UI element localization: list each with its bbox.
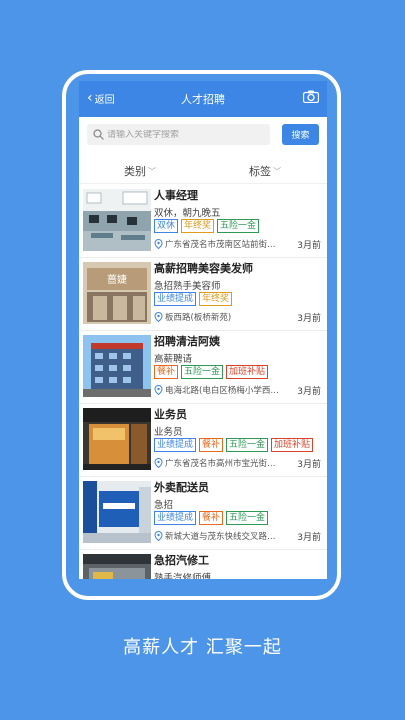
job-thumbnail-office bbox=[83, 189, 151, 251]
job-title: 急招汽修工 bbox=[154, 554, 209, 567]
search-icon bbox=[93, 129, 104, 140]
job-thumbnail-delivery bbox=[83, 481, 151, 543]
job-tag: 年终奖 bbox=[181, 219, 215, 233]
category-filter[interactable]: 类别 ﹀ bbox=[124, 163, 156, 179]
job-tags: 业绩提成 餐补 五险一金 bbox=[154, 511, 269, 525]
job-location-text: 广东省茂名市茂南区站前街… bbox=[165, 240, 276, 250]
job-tags: 业绩提成 年终奖 bbox=[154, 292, 233, 306]
job-tag: 双休 bbox=[154, 219, 179, 233]
job-thumbnail-garage bbox=[83, 554, 151, 579]
job-subtitle: 急招 bbox=[154, 500, 174, 511]
search-box bbox=[87, 124, 270, 145]
job-list-item[interactable]: 人事经理 双休，朝九晚五 双休 年终奖 五险一金 广东省茂名市茂南区站前街… 3… bbox=[79, 185, 327, 258]
job-tag: 餐补 bbox=[199, 511, 224, 525]
tag-filter-label: 标签 bbox=[249, 165, 271, 178]
job-tag: 年终奖 bbox=[199, 292, 233, 306]
job-location: 广东省茂名市茂南区站前街… bbox=[154, 238, 276, 250]
job-title: 招聘清洁阿姨 bbox=[154, 335, 220, 348]
job-subtitle: 急招熟手美容师 bbox=[154, 281, 221, 292]
job-title: 高薪招聘美容美发师 bbox=[154, 262, 253, 275]
job-tag: 加班补贴 bbox=[271, 438, 314, 452]
job-posted-time: 3月前 bbox=[297, 533, 321, 543]
job-subtitle: 业务员 bbox=[154, 427, 183, 438]
salon-sign-text: 蔷婕 bbox=[107, 273, 127, 286]
page-title: 人才招聘 bbox=[181, 93, 225, 106]
job-posted-time: 3月前 bbox=[297, 314, 321, 324]
job-list-item[interactable]: 外卖配送员 急招 业绩提成 餐补 五险一金 新城大道与茂东快线交叉路… 3月前 bbox=[79, 477, 327, 550]
job-list-item[interactable]: 业务员 业务员 业绩提成 餐补 五险一金 加班补贴 广东省茂名市高州市宝光街… … bbox=[79, 404, 327, 477]
chevron-down-icon: ﹀ bbox=[148, 166, 156, 176]
app-screen: ‹ 返回 人才招聘 搜索 类别 ﹀ 标签 ﹀ bbox=[79, 81, 327, 579]
job-posted-time: 3月前 bbox=[297, 241, 321, 251]
job-location: 广东省茂名市高州市宝光街… bbox=[154, 457, 276, 469]
job-title: 人事经理 bbox=[154, 189, 198, 202]
job-posted-time: 3月前 bbox=[297, 460, 321, 470]
job-list-item[interactable]: 招聘清洁阿姨 高薪聘请 餐补 五险一金 加班补贴 电海北路(电白区杨梅小学西… … bbox=[79, 331, 327, 404]
job-tag: 五险一金 bbox=[226, 511, 269, 525]
search-button[interactable]: 搜索 bbox=[282, 124, 319, 145]
job-location-text: 广东省茂名市高州市宝光街… bbox=[165, 459, 276, 469]
location-pin-icon bbox=[154, 531, 163, 541]
location-pin-icon bbox=[154, 312, 163, 322]
category-filter-label: 类别 bbox=[124, 165, 146, 178]
job-tags: 餐补 五险一金 加班补贴 bbox=[154, 365, 269, 379]
search-bar: 搜索 bbox=[79, 117, 327, 153]
job-tag: 五险一金 bbox=[226, 438, 269, 452]
job-subtitle: 双休，朝九晚五 bbox=[154, 208, 221, 219]
job-location-text: 板西路(板桥新苑) bbox=[165, 313, 232, 323]
slogan: 高薪人才 汇聚一起 bbox=[123, 637, 282, 658]
job-location: 电海北路(电白区杨梅小学西… bbox=[154, 384, 279, 396]
job-list-item[interactable]: 急招汽修工 熟手汽修师傅 bbox=[79, 550, 327, 579]
top-bar: ‹ 返回 人才招聘 bbox=[79, 81, 327, 117]
job-tag: 加班补贴 bbox=[226, 365, 269, 379]
job-location: 新城大道与茂东快线交叉路… bbox=[154, 530, 276, 542]
location-pin-icon bbox=[154, 239, 163, 249]
job-location-text: 电海北路(电白区杨梅小学西… bbox=[165, 386, 279, 396]
job-tag: 五险一金 bbox=[217, 219, 260, 233]
job-subtitle: 熟手汽修师傅 bbox=[154, 573, 212, 579]
job-tag: 餐补 bbox=[199, 438, 224, 452]
location-pin-icon bbox=[154, 385, 163, 395]
job-tag: 五险一金 bbox=[181, 365, 224, 379]
camera-icon[interactable] bbox=[303, 90, 319, 103]
job-subtitle: 高薪聘请 bbox=[154, 354, 193, 365]
job-tag: 餐补 bbox=[154, 365, 179, 379]
job-tag: 业绩提成 bbox=[154, 511, 197, 525]
filter-bar: 类别 ﹀ 标签 ﹀ bbox=[79, 157, 327, 184]
job-title: 外卖配送员 bbox=[154, 481, 209, 494]
job-thumbnail-store bbox=[83, 408, 151, 470]
job-thumbnail-salon: 蔷婕 bbox=[83, 262, 151, 324]
job-list: 人事经理 双休，朝九晚五 双休 年终奖 五险一金 广东省茂名市茂南区站前街… 3… bbox=[79, 185, 327, 579]
job-tags: 双休 年终奖 五险一金 bbox=[154, 219, 260, 233]
job-tags: 业绩提成 餐补 五险一金 加班补贴 bbox=[154, 438, 314, 452]
job-tag: 业绩提成 bbox=[154, 438, 197, 452]
job-thumbnail-building bbox=[83, 335, 151, 397]
tag-filter[interactable]: 标签 ﹀ bbox=[249, 163, 281, 179]
search-input[interactable] bbox=[107, 129, 267, 140]
chevron-down-icon: ﹀ bbox=[273, 166, 281, 176]
job-location-text: 新城大道与茂东快线交叉路… bbox=[165, 532, 276, 542]
job-posted-time: 3月前 bbox=[297, 387, 321, 397]
job-tag: 业绩提成 bbox=[154, 292, 197, 306]
location-pin-icon bbox=[154, 458, 163, 468]
job-title: 业务员 bbox=[154, 408, 187, 421]
job-location: 板西路(板桥新苑) bbox=[154, 311, 231, 323]
job-list-item[interactable]: 蔷婕 高薪招聘美容美发师 急招熟手美容师 业绩提成 年终奖 板西路(板桥新苑) … bbox=[79, 258, 327, 331]
